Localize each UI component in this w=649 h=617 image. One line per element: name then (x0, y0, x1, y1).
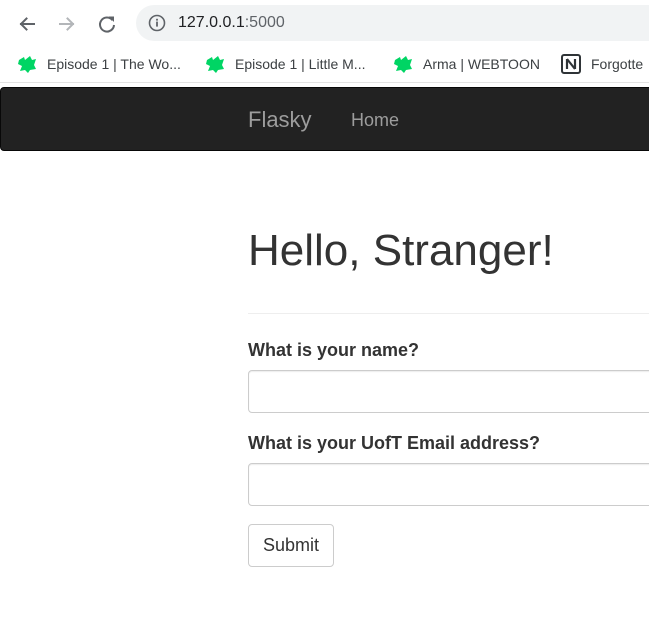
arrow-right-icon (59, 17, 75, 31)
reload-button[interactable] (91, 8, 123, 40)
site-navbar: Flasky Home (0, 87, 649, 151)
arrow-left-icon (19, 17, 35, 31)
name-input[interactable] (248, 370, 649, 413)
info-icon[interactable] (148, 14, 166, 32)
bookmarks-bar: Episode 1 | The Wo... Episode 1 | Little… (0, 46, 649, 83)
bookmark-item[interactable]: Forgotte (561, 46, 643, 82)
email-field-label: What is your UofT Email address? (248, 433, 541, 453)
bookmark-item[interactable]: Arma | WEBTOON (393, 46, 540, 82)
navbar-brand[interactable]: Flasky (248, 88, 312, 152)
email-input[interactable] (248, 463, 649, 506)
webtoon-icon (206, 56, 224, 73)
bookmark-item[interactable]: Episode 1 | The Wo... (17, 46, 181, 82)
webtoon-icon (18, 56, 36, 73)
url-host: 127.0.0.1 (178, 14, 245, 31)
bookmark-label: Forgotte (591, 56, 644, 72)
bookmark-item[interactable]: Episode 1 | Little M... (205, 46, 365, 82)
bookmark-label: Episode 1 | The Wo... (47, 56, 181, 72)
name-field-label: What is your name? (248, 340, 420, 360)
nav-link-home[interactable]: Home (351, 88, 399, 152)
submit-button[interactable]: Submit (248, 524, 334, 567)
forward-button[interactable] (51, 8, 83, 40)
webtoon-icon (394, 56, 412, 73)
address-bar[interactable]: 127.0.0.1:5000 (136, 5, 649, 41)
browser-toolbar: 127.0.0.1:5000 (0, 0, 649, 46)
reload-icon (99, 16, 115, 33)
notion-icon (561, 54, 581, 74)
bookmark-label: Arma | WEBTOON (423, 56, 540, 72)
url-text[interactable]: 127.0.0.1:5000 (178, 5, 285, 41)
back-button[interactable] (11, 8, 43, 40)
url-port: :5000 (244, 14, 285, 31)
page-header-divider (248, 313, 649, 314)
bookmark-label: Episode 1 | Little M... (235, 56, 366, 72)
page-title: Hello, Stranger! (248, 226, 554, 275)
